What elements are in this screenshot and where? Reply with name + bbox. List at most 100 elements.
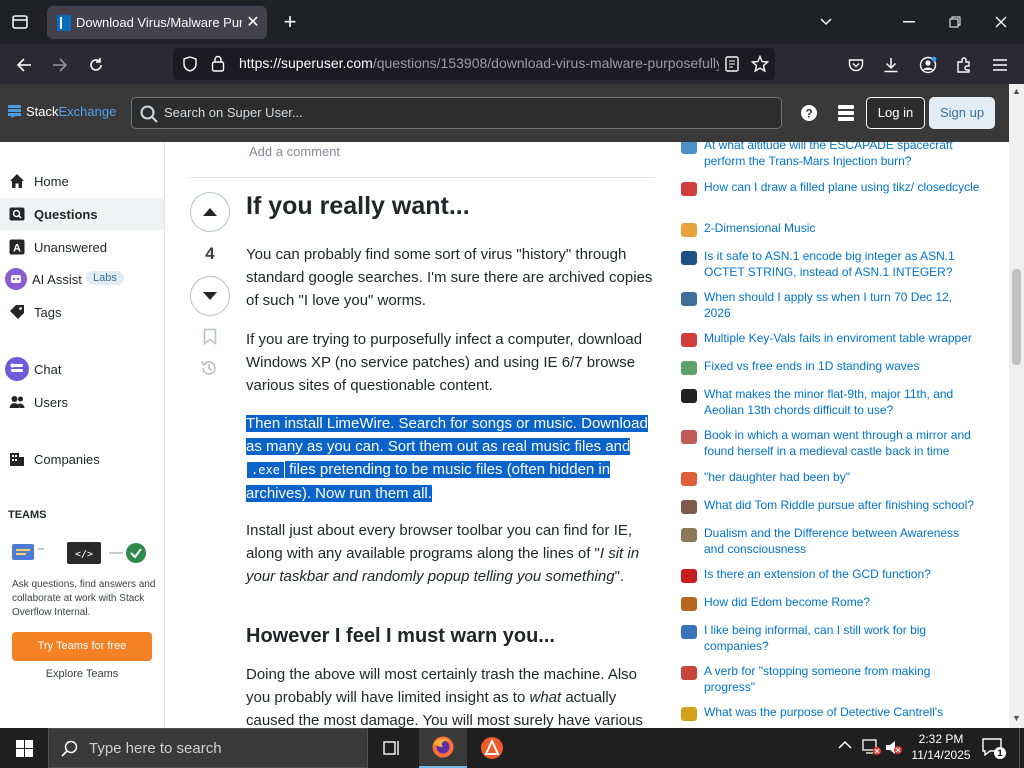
bookmark-icon[interactable]	[203, 328, 217, 345]
site-search-input[interactable]: Search on Super User...	[131, 97, 782, 129]
windows-taskbar: Type here to search 2:32 PM 11/14/2025 1	[0, 728, 1024, 768]
tab-overview-icon[interactable]	[6, 9, 34, 35]
space-exploration-site-icon	[681, 142, 697, 154]
svg-text:</>: </>	[75, 549, 93, 560]
stackexchange-logo[interactable]: Stack Exchange	[8, 104, 116, 119]
hot-question-link[interactable]: What makes the minor flat-9th, major 11t…	[704, 387, 980, 418]
site-switcher-icon[interactable]	[837, 104, 855, 122]
nav-label-tags: Tags	[34, 304, 62, 320]
tag-icon	[9, 304, 25, 320]
extensions-icon[interactable]	[953, 54, 975, 76]
money-site-icon	[681, 292, 697, 306]
windows-start-icon[interactable]	[0, 728, 48, 768]
reader-view-icon[interactable]	[725, 56, 739, 72]
account-icon[interactable]	[917, 54, 939, 76]
network-status-icon[interactable]	[862, 739, 882, 756]
url-text[interactable]: https://superuser.com/questions/153908/d…	[239, 55, 719, 71]
nav-item-questions[interactable]: Questions	[0, 198, 164, 230]
restore-icon[interactable]	[944, 12, 966, 32]
tracking-shield-icon[interactable]	[183, 56, 197, 72]
hot-question-link[interactable]: Is there an extension of the GCD functio…	[704, 567, 980, 583]
new-tab-icon[interactable]: +	[280, 11, 300, 33]
url-bar[interactable]: https://superuser.com/questions/153908/d…	[173, 48, 775, 80]
menu-hamburger-icon[interactable]	[989, 54, 1011, 76]
app-taskbar-icon[interactable]	[468, 728, 516, 768]
hot-question-link[interactable]: 2-Dimensional Music	[704, 221, 980, 237]
hot-question-link[interactable]: "her daughter had been by"	[704, 470, 980, 486]
firefox-taskbar-icon[interactable]	[419, 728, 467, 768]
hot-question-link[interactable]: Book in which a woman went through a mir…	[704, 428, 980, 459]
logo-stack-text: Stack	[26, 104, 59, 119]
nav-label-home: Home	[34, 173, 69, 189]
answer-paragraph-4: Install just about every browser toolbar…	[246, 519, 656, 588]
hot-question-link[interactable]: What did Tom Riddle pursue after finishi…	[704, 498, 980, 514]
lock-icon[interactable]	[211, 55, 225, 72]
nav-item-users[interactable]: Users	[0, 386, 164, 418]
questions-icon	[9, 206, 25, 222]
notifications-icon[interactable]: 1	[982, 738, 1006, 759]
history-icon[interactable]	[200, 359, 218, 377]
hot-question-link[interactable]: A verb for "stopping someone from making…	[704, 664, 980, 695]
hot-question-link[interactable]: At what altitude will the ESCAPADE space…	[704, 142, 980, 169]
nav-label-questions: Questions	[34, 206, 98, 222]
login-button[interactable]: Log in	[866, 97, 925, 129]
signup-button[interactable]: Sign up	[929, 97, 995, 129]
hot-question-link[interactable]: Fixed vs free ends in 1D standing waves	[704, 359, 980, 375]
show-hidden-icons-chevron-icon[interactable]	[838, 740, 852, 749]
hot-question-link[interactable]: What was the purpose of Detective Cantre…	[704, 705, 980, 721]
site-search-placeholder: Search on Super User...	[164, 105, 303, 120]
task-view-icon[interactable]	[368, 728, 416, 768]
paragraph-text: ".	[614, 568, 625, 585]
volume-icon[interactable]	[885, 739, 903, 756]
answer-paragraph-5: Doing the above will most certainly tras…	[246, 663, 656, 728]
tab-title: Download Virus/Malware Purposefully	[76, 15, 242, 30]
logo-exchange-text: Exchange	[58, 104, 117, 119]
browser-tab-active[interactable]: Download Virus/Malware Purposefully ✕	[47, 6, 267, 39]
scroll-up-arrow-icon[interactable]: ▲	[1012, 86, 1021, 96]
taskbar-search-input[interactable]: Type here to search	[48, 728, 368, 768]
hot-question-link[interactable]: How did Edom become Rome?	[704, 595, 980, 611]
teams-illustration-icon: </>	[12, 542, 152, 566]
help-icon[interactable]: ?	[800, 104, 818, 122]
downvote-button[interactable]	[190, 276, 230, 316]
nav-item-ai-assist[interactable]: AI Assist Labs	[0, 263, 164, 295]
unanswered-icon: A	[9, 239, 25, 255]
try-teams-button[interactable]: Try Teams for free	[12, 632, 152, 661]
tab-list-chevron-icon[interactable]	[815, 12, 837, 32]
browser-tab-strip: Download Virus/Malware Purposefully ✕ +	[0, 0, 1024, 44]
vote-count: 4	[205, 244, 215, 263]
nav-item-chat[interactable]: Chat	[0, 353, 164, 385]
nav-item-home[interactable]: Home	[0, 165, 164, 197]
downloads-icon[interactable]	[880, 54, 902, 76]
bookmark-star-icon[interactable]	[751, 55, 769, 73]
taskbar-clock[interactable]: 2:32 PM 11/14/2025	[906, 731, 976, 763]
hot-question-link[interactable]: Multiple Key-Vals fails in enviroment ta…	[704, 331, 980, 347]
scrollbar-thumb[interactable]	[1012, 269, 1021, 365]
taskbar-search-placeholder: Type here to search	[89, 740, 222, 757]
show-desktop-button[interactable]	[1019, 728, 1024, 768]
nav-label-chat: Chat	[34, 361, 62, 377]
hot-question-link[interactable]: How can I draw a filled plane using tikz…	[704, 180, 980, 196]
reload-icon[interactable]	[85, 54, 107, 76]
hot-question-link[interactable]: When should I apply ss when I turn 70 De…	[704, 290, 980, 321]
nav-item-companies[interactable]: Companies	[0, 443, 164, 475]
close-window-icon[interactable]	[990, 12, 1012, 32]
scroll-down-arrow-icon[interactable]: ▼	[1012, 713, 1021, 723]
notification-count-badge: 1	[994, 747, 1006, 759]
pocket-icon[interactable]	[845, 54, 867, 76]
nav-label-ai-assist: AI Assist	[32, 271, 82, 287]
hot-question-link[interactable]: Is it safe to ASN.1 encode big integer a…	[704, 249, 980, 280]
back-icon[interactable]	[13, 54, 35, 76]
hot-question-link[interactable]: I like being informal, can I still work …	[704, 623, 980, 654]
forward-icon[interactable]	[49, 54, 71, 76]
upvote-button[interactable]	[190, 192, 230, 232]
minimize-icon[interactable]	[898, 12, 920, 32]
nav-item-unanswered[interactable]: A Unanswered	[0, 231, 164, 263]
nav-item-tags[interactable]: Tags	[0, 296, 164, 328]
page-scrollbar[interactable]: ▲ ▼	[1009, 84, 1024, 728]
explore-teams-link[interactable]: Explore Teams	[0, 668, 164, 680]
tab-close-icon[interactable]: ✕	[244, 14, 262, 32]
add-comment-link[interactable]: Add a comment	[249, 144, 340, 159]
hot-question-link[interactable]: Dualism and the Difference between Aware…	[704, 526, 980, 557]
selected-text: files pretending to be music files (ofte…	[246, 461, 611, 502]
